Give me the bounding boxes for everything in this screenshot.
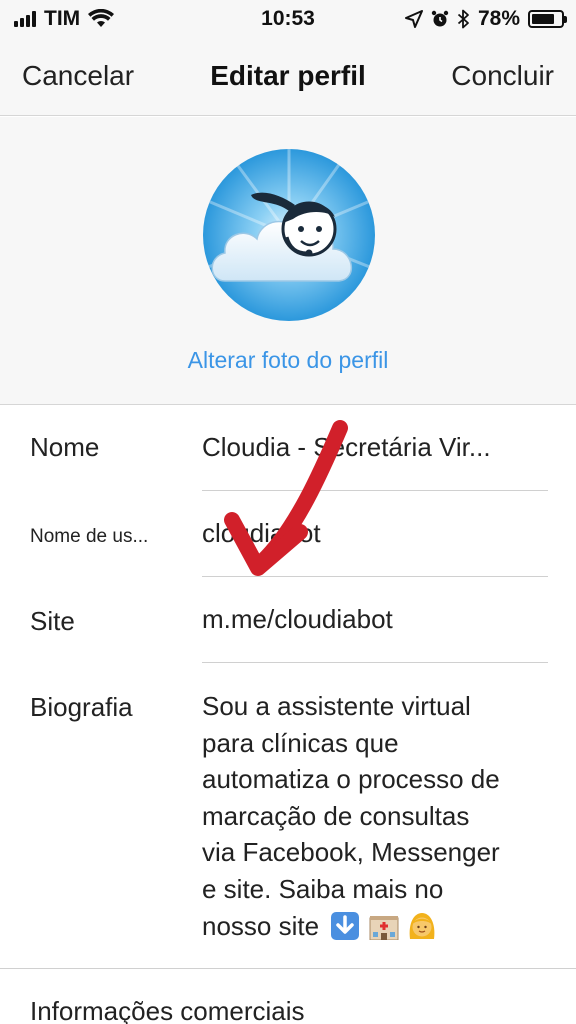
name-label: Nome xyxy=(30,432,100,462)
battery-level xyxy=(532,14,554,24)
bio-line: nosso site xyxy=(202,910,320,941)
bio-line: para clínicas que xyxy=(202,727,399,758)
nav-bar: Cancelar Editar perfil Concluir xyxy=(0,38,576,116)
divider xyxy=(202,576,548,577)
change-photo-link[interactable]: Alterar foto do perfil xyxy=(0,347,576,374)
divider xyxy=(202,662,548,663)
section-divider xyxy=(0,968,576,969)
status-bar: TIM 10:53 78% xyxy=(0,0,576,38)
location-icon xyxy=(404,10,423,28)
name-field[interactable]: Cloudia - Secretária Vir... xyxy=(202,432,552,463)
woman-emoji-icon xyxy=(409,912,435,939)
bio-line: automatiza o processo de xyxy=(202,764,500,795)
bluetooth-icon xyxy=(457,9,469,29)
avatar[interactable] xyxy=(203,149,375,321)
cloud-avatar-image xyxy=(203,149,375,321)
battery-percent: 78% xyxy=(477,7,520,30)
site-field[interactable]: m.me/cloudiabot xyxy=(202,604,552,635)
username-label: Nome de us... xyxy=(30,526,149,547)
cancel-button[interactable]: Cancelar xyxy=(22,60,134,92)
down-arrow-emoji-icon xyxy=(331,911,360,940)
done-button[interactable]: Concluir xyxy=(451,60,554,92)
bio-line: marcação de consultas xyxy=(202,800,470,831)
profile-photo-section: Alterar foto do perfil xyxy=(0,117,576,405)
bio-line: via Facebook, Messenger xyxy=(202,837,500,868)
commercial-info-link[interactable]: Informações comerciais xyxy=(30,996,305,1024)
bio-label: Biografia xyxy=(30,692,133,722)
bio-field[interactable]: Sou a assistente virtual para clínicas q… xyxy=(202,688,562,944)
divider xyxy=(202,490,548,491)
battery-icon xyxy=(528,10,567,28)
bio-line: e site. Saiba mais no xyxy=(202,873,444,904)
page-title-text: Editar perfil xyxy=(210,60,366,91)
site-label: Site xyxy=(30,606,75,636)
bio-line: Sou a assistente virtual xyxy=(202,691,471,721)
username-field[interactable]: cloudiabot xyxy=(202,518,552,549)
status-right: 78% xyxy=(404,7,567,31)
bio-last-line: nosso site xyxy=(202,908,562,945)
alarm-icon xyxy=(431,10,449,27)
hospital-emoji-icon xyxy=(369,915,399,941)
